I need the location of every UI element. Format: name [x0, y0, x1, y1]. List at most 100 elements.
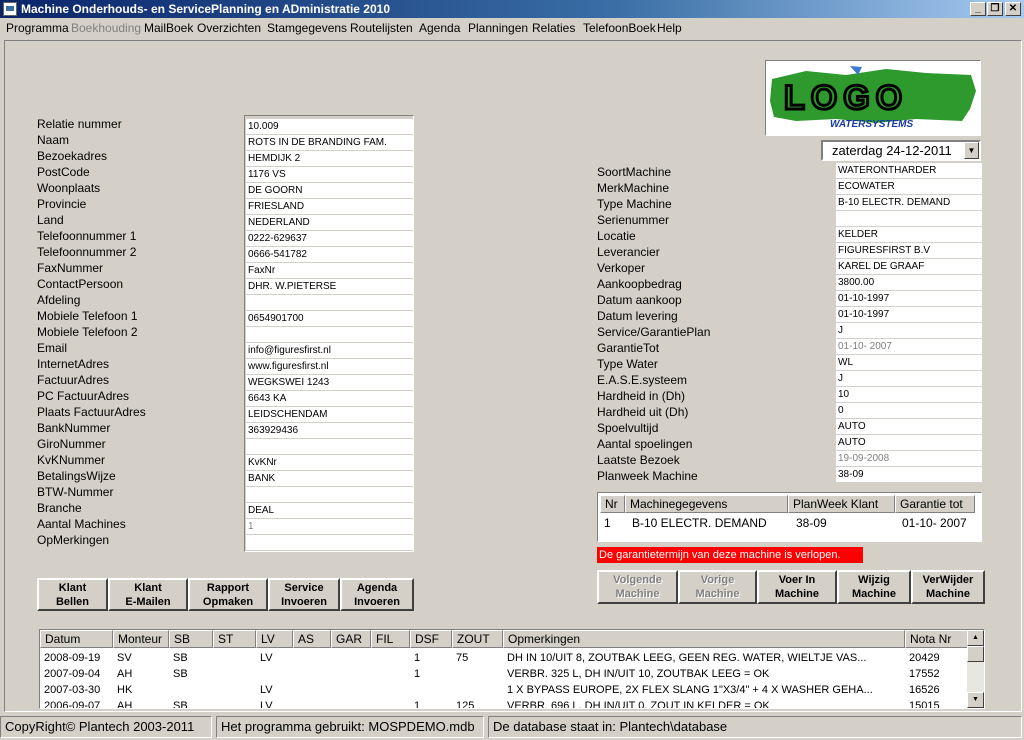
visits-header[interactable]: FIL: [371, 630, 410, 648]
menu-overzichten[interactable]: Overzichten: [197, 21, 261, 35]
machine-field[interactable]: 19-09-2008: [836, 451, 982, 466]
grid-header-machinegegevens[interactable]: Machinegegevens: [625, 495, 788, 513]
klant-emailen-button[interactable]: Klant E-Mailen: [108, 578, 188, 611]
visits-header[interactable]: ZOUT: [452, 630, 503, 648]
menu-relaties[interactable]: Relaties: [532, 21, 575, 35]
table-row[interactable]: 2008-09-19 SV SB LV 1 75 DH IN 10/UIT 8, ZOUTB…: [40, 650, 968, 666]
machine-field[interactable]: WATERONTHARDER: [836, 163, 982, 178]
visits-header[interactable]: Nota Nr: [905, 630, 968, 648]
table-row[interactable]: 2006-09-07 AH SB LV 1 125 VERBR. 696 L, DH IN/…: [40, 698, 968, 709]
grid-header-planweek[interactable]: PlanWeek Klant: [788, 495, 895, 513]
machine-field[interactable]: KELDER: [836, 227, 982, 242]
relatie-field[interactable]: 363929436: [246, 423, 413, 438]
machine-field[interactable]: ECOWATER: [836, 179, 982, 194]
klant-bellen-button[interactable]: Klant Bellen: [37, 578, 108, 611]
relatie-field[interactable]: FRIESLAND: [246, 199, 413, 214]
machine-field[interactable]: [836, 211, 982, 226]
grid-cell-planweek: 38-09: [796, 516, 827, 530]
relatie-field[interactable]: info@figuresfirst.nl: [246, 343, 413, 358]
machine-field[interactable]: 38-09: [836, 467, 982, 482]
menu-telefoonboek[interactable]: TelefoonBoek: [583, 21, 656, 35]
machine-field[interactable]: 01-10-1997: [836, 291, 982, 306]
visits-header[interactable]: Monteur: [113, 630, 169, 648]
relatie-field[interactable]: DE GOORN: [246, 183, 413, 198]
machine-field[interactable]: 10: [836, 387, 982, 402]
relatie-field[interactable]: HEMDIJK 2: [246, 151, 413, 166]
menu-mailboek[interactable]: MailBoek: [144, 21, 193, 35]
machine-field[interactable]: FIGURESFIRST B.V: [836, 243, 982, 258]
scroll-thumb[interactable]: [967, 646, 984, 662]
machine-grid[interactable]: Nr Machinegegevens PlanWeek Klant Garant…: [597, 492, 982, 542]
agenda-invoeren-button[interactable]: Agenda Invoeren: [340, 578, 414, 611]
relatie-field[interactable]: WEGKSWEI 1243: [246, 375, 413, 390]
machine-field[interactable]: AUTO: [836, 435, 982, 450]
service-invoeren-button[interactable]: Service Invoeren: [268, 578, 340, 611]
menu-help[interactable]: Help: [657, 21, 682, 35]
grid-header-garantie[interactable]: Garantie tot: [895, 495, 975, 513]
visits-header[interactable]: Opmerkingen: [503, 630, 905, 648]
grid-header-nr[interactable]: Nr: [600, 495, 625, 513]
relatie-field[interactable]: ROTS IN DE BRANDING FAM.: [246, 135, 413, 150]
machine-field[interactable]: WL: [836, 355, 982, 370]
date-select[interactable]: zaterdag 24-12-2011 ▼: [821, 140, 981, 161]
visits-header[interactable]: AS: [293, 630, 331, 648]
machine-field[interactable]: 0: [836, 403, 982, 418]
menu-routelijsten[interactable]: Routelijsten: [350, 21, 413, 35]
relatie-field[interactable]: 1: [246, 519, 413, 534]
visits-header[interactable]: SB: [169, 630, 213, 648]
relatie-field[interactable]: [246, 487, 413, 502]
scroll-down-icon[interactable]: ▼: [967, 692, 984, 708]
machine-field[interactable]: 01-10- 2007: [836, 339, 982, 354]
menu-planningen[interactable]: Planningen: [468, 21, 528, 35]
relatie-field[interactable]: [246, 295, 413, 310]
relatie-field[interactable]: 0666-541782: [246, 247, 413, 262]
relatie-field[interactable]: [246, 535, 413, 550]
table-row[interactable]: 2007-03-30 HK LV 1 X BYPASS EUROPE, 2X FLEX…: [40, 682, 968, 698]
relatie-field[interactable]: BANK: [246, 471, 413, 486]
vertical-scrollbar[interactable]: ▲ ▼: [967, 630, 984, 708]
maximize-button[interactable]: ❐: [987, 2, 1003, 16]
menu-stamgegevens[interactable]: Stamgegevens: [267, 21, 347, 35]
machine-label: Datum levering: [597, 309, 678, 323]
visits-cell: 2006-09-07: [44, 700, 101, 709]
scroll-up-icon[interactable]: ▲: [967, 630, 984, 646]
visits-grid[interactable]: Datum Monteur SB ST LV AS GAR FIL DSF ZOUT Opmerki…: [39, 629, 985, 709]
relatie-field[interactable]: 10.009: [246, 119, 413, 134]
relatie-field[interactable]: 1176 VS: [246, 167, 413, 182]
machine-field[interactable]: J: [836, 371, 982, 386]
relatie-field[interactable]: LEIDSCHENDAM: [246, 407, 413, 422]
machine-field[interactable]: B-10 ELECTR. DEMAND: [836, 195, 982, 210]
wijzig-machine-button[interactable]: Wijzig Machine: [837, 570, 911, 604]
machine-field[interactable]: AUTO: [836, 419, 982, 434]
relatie-field[interactable]: FaxNr: [246, 263, 413, 278]
relatie-field[interactable]: NEDERLAND: [246, 215, 413, 230]
rapport-opmaken-button[interactable]: Rapport Opmaken: [188, 578, 268, 611]
machine-field[interactable]: 01-10-1997: [836, 307, 982, 322]
relatie-field[interactable]: www.figuresfirst.nl: [246, 359, 413, 374]
visits-header[interactable]: Datum: [40, 630, 113, 648]
close-button[interactable]: ✕: [1005, 2, 1021, 16]
menu-programma[interactable]: Programma: [6, 21, 69, 35]
visits-header[interactable]: LV: [256, 630, 293, 648]
relatie-field[interactable]: 0222-629637: [246, 231, 413, 246]
verwijder-machine-button[interactable]: VerWijder Machine: [911, 570, 985, 604]
visits-header[interactable]: DSF: [410, 630, 452, 648]
relatie-field[interactable]: [246, 327, 413, 342]
visits-header[interactable]: GAR: [331, 630, 371, 648]
relatie-field[interactable]: DEAL: [246, 503, 413, 518]
visits-header[interactable]: ST: [213, 630, 256, 648]
relatie-field[interactable]: 6643 KA: [246, 391, 413, 406]
machine-field[interactable]: J: [836, 323, 982, 338]
relatie-field[interactable]: 0654901700: [246, 311, 413, 326]
minimize-button[interactable]: _: [970, 2, 986, 16]
relatie-label: KvKNummer: [37, 453, 106, 467]
voer-in-machine-button[interactable]: Voer In Machine: [757, 570, 837, 604]
relatie-field[interactable]: KvKNr: [246, 455, 413, 470]
menu-agenda[interactable]: Agenda: [419, 21, 460, 35]
relatie-field[interactable]: DHR. W.PIETERSE: [246, 279, 413, 294]
table-row[interactable]: 2007-09-04 AH SB 1 VERBR. 325 L, DH IN/UIT 1…: [40, 666, 968, 682]
relatie-field[interactable]: [246, 439, 413, 454]
chevron-down-icon[interactable]: ▼: [964, 142, 979, 159]
machine-field[interactable]: 3800.00: [836, 275, 982, 290]
machine-field[interactable]: KAREL DE GRAAF: [836, 259, 982, 274]
